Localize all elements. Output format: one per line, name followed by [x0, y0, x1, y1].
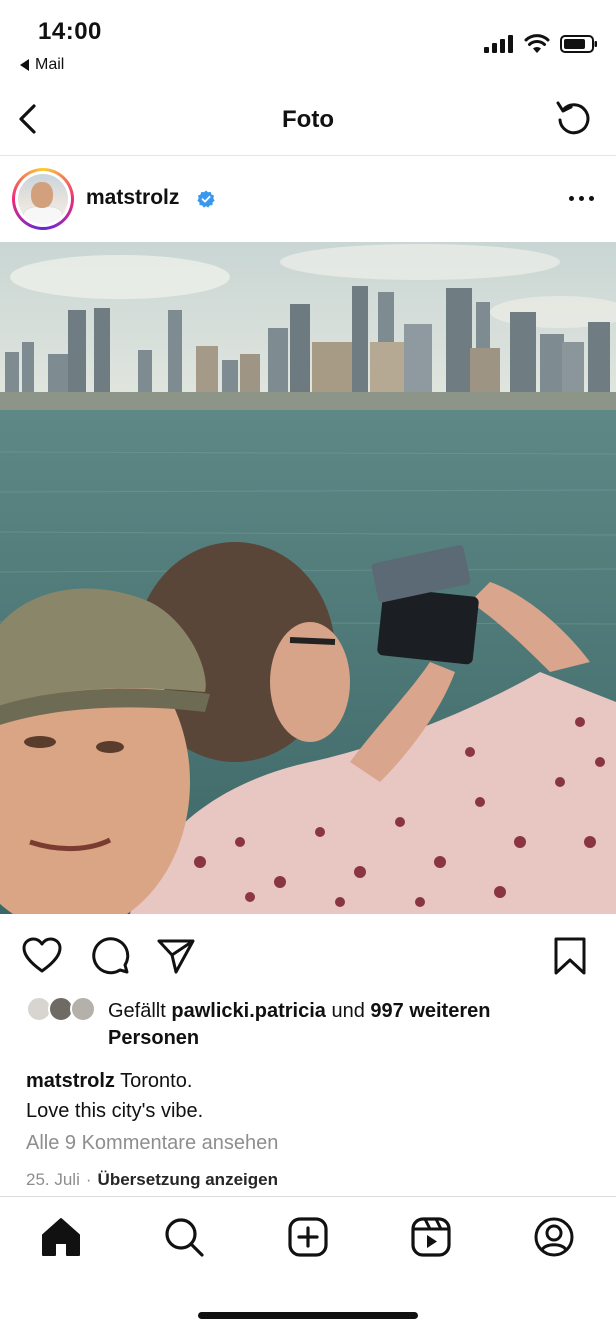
bookmark-icon[interactable]	[550, 936, 590, 976]
post-date: 25. Juli	[26, 1170, 80, 1189]
status-bar: 14:00 Mail	[0, 0, 616, 82]
post-caption: matstrolz Toronto. Love this city's vibe…	[26, 1066, 586, 1126]
caption-line1: Toronto.	[120, 1070, 193, 1092]
post-actions	[0, 914, 616, 994]
comment-icon[interactable]	[90, 936, 130, 976]
wifi-icon	[524, 34, 550, 53]
share-icon[interactable]	[156, 936, 196, 976]
back-triangle-icon	[20, 59, 29, 71]
likes-connector: und	[331, 1000, 365, 1022]
post-meta: 25. Juli · Übersetzung anzeigen	[26, 1170, 278, 1189]
heart-icon[interactable]	[22, 936, 62, 976]
home-indicator[interactable]	[198, 1312, 418, 1319]
back-app-label: Mail	[35, 56, 65, 73]
nav-bar: Foto	[0, 82, 616, 156]
search-icon[interactable]	[162, 1215, 206, 1259]
cellular-signal-icon	[484, 35, 513, 53]
avatar[interactable]	[12, 168, 74, 230]
translate-link[interactable]: Übersetzung anzeigen	[98, 1170, 278, 1189]
home-icon[interactable]	[39, 1215, 83, 1259]
post-photo[interactable]	[0, 242, 616, 914]
likes-prefix: Gefällt	[108, 1000, 166, 1022]
create-icon[interactable]	[286, 1215, 330, 1259]
reels-icon[interactable]	[409, 1215, 453, 1259]
back-to-app-link[interactable]: Mail	[20, 56, 64, 74]
verified-badge-icon	[197, 190, 215, 208]
more-options-icon[interactable]	[569, 196, 594, 201]
status-time: 14:00	[38, 18, 102, 45]
liker-avatars[interactable]	[26, 996, 102, 1024]
page-title: Foto	[282, 106, 334, 133]
refresh-icon[interactable]	[554, 98, 594, 138]
caption-username[interactable]: matstrolz	[26, 1070, 115, 1092]
view-comments-link[interactable]: Alle 9 Kommentare ansehen	[26, 1132, 278, 1155]
likes-user[interactable]: pawlicki.patricia	[171, 1000, 326, 1022]
post-username[interactable]: matstrolz	[86, 186, 179, 210]
system-icons	[484, 34, 598, 54]
liker-avatar	[70, 996, 96, 1022]
battery-icon	[560, 35, 597, 53]
caption-line2: Love this city's vibe.	[26, 1100, 204, 1122]
post-header: matstrolz	[0, 156, 616, 242]
likes-text[interactable]: Gefällt pawlicki.patricia und 997 weiter…	[108, 998, 578, 1052]
profile-icon[interactable]	[532, 1215, 576, 1259]
